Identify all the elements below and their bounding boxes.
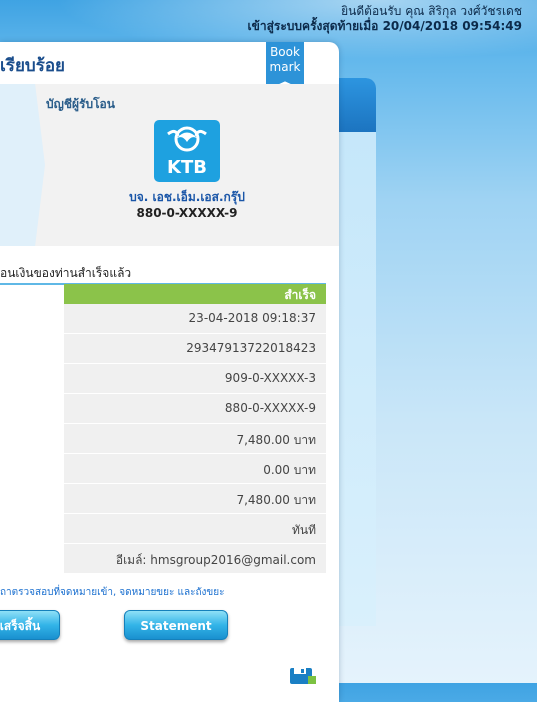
table-row: 7,480.00 บาท <box>64 484 326 513</box>
section-title: อนเงินของท่านสำเร็จแล้ว <box>0 266 132 280</box>
table-row: 880-0-XXXXX-9 <box>64 394 326 423</box>
table-row: 909-0-XXXXX-3 <box>64 364 326 393</box>
logo-text: KTB <box>167 157 207 178</box>
email-note: ถาตรวจสอบที่จดหมายเข้า, จดหมายขยะ และถัง… <box>0 587 225 598</box>
recipient-label: บัญชีผู้รับโอน <box>46 97 115 111</box>
table-row: 23-04-2018 09:18:37 <box>64 304 326 333</box>
table-row: 0.00 บาท <box>64 454 326 483</box>
table-row: 29347913722018423 <box>64 334 326 363</box>
reference-value: 29347913722018423 <box>186 341 316 355</box>
details-table: 23-04-2018 09:18:37 29347913722018423 90… <box>64 304 326 574</box>
fee-value: 0.00 บาท <box>263 463 316 477</box>
bookmark-button[interactable]: Book mark <box>266 42 304 90</box>
to-account-value: 880-0-XXXXX-9 <box>224 401 316 415</box>
ktb-logo-icon: KTB <box>154 120 220 182</box>
from-account-value: 909-0-XXXXX-3 <box>224 371 316 385</box>
transfer-result-card: เรียบร้อย Book mark บัญชีผู้รับโอน KTB บ… <box>0 42 339 702</box>
welcome-text: ยินดีต้อนรับ คุณ สิริกุล วงศ์วัชรเดช <box>341 4 522 18</box>
finish-button[interactable]: เสร็จสิ้น <box>0 610 60 640</box>
total-value: 7,480.00 บาท <box>236 493 316 507</box>
last-login-text: เข้าสู่ระบบครั้งสุดท้ายเมื่อ 20/04/2018 … <box>247 19 522 33</box>
save-icon[interactable] <box>288 666 316 686</box>
amount-value: 7,480.00 บาท <box>236 433 316 447</box>
table-row: อีเมล์: hmsgroup2016@gmail.com <box>64 544 326 573</box>
status-badge: สำเร็จ <box>284 288 316 302</box>
statement-button[interactable]: Statement <box>124 610 228 640</box>
datetime-value: 23-04-2018 09:18:37 <box>188 311 316 325</box>
status-row: สำเร็จ <box>64 284 326 304</box>
email-value: อีเมล์: hmsgroup2016@gmail.com <box>115 553 316 567</box>
welcome-banner: ยินดีต้อนรับ คุณ สิริกุล วงศ์วัชรเดช เข้… <box>248 4 522 34</box>
flow-arrow-icon <box>0 84 45 246</box>
recipient-account: 880-0-XXXXX-9 <box>136 206 238 220</box>
table-row: ทันที <box>64 514 326 543</box>
recipient-name: บจ. เอช.เอ็ม.เอส.กรุ๊ป <box>129 190 245 204</box>
page-title: เรียบร้อย <box>0 56 65 76</box>
timing-value: ทันที <box>291 523 316 537</box>
table-row: 7,480.00 บาท <box>64 424 326 453</box>
